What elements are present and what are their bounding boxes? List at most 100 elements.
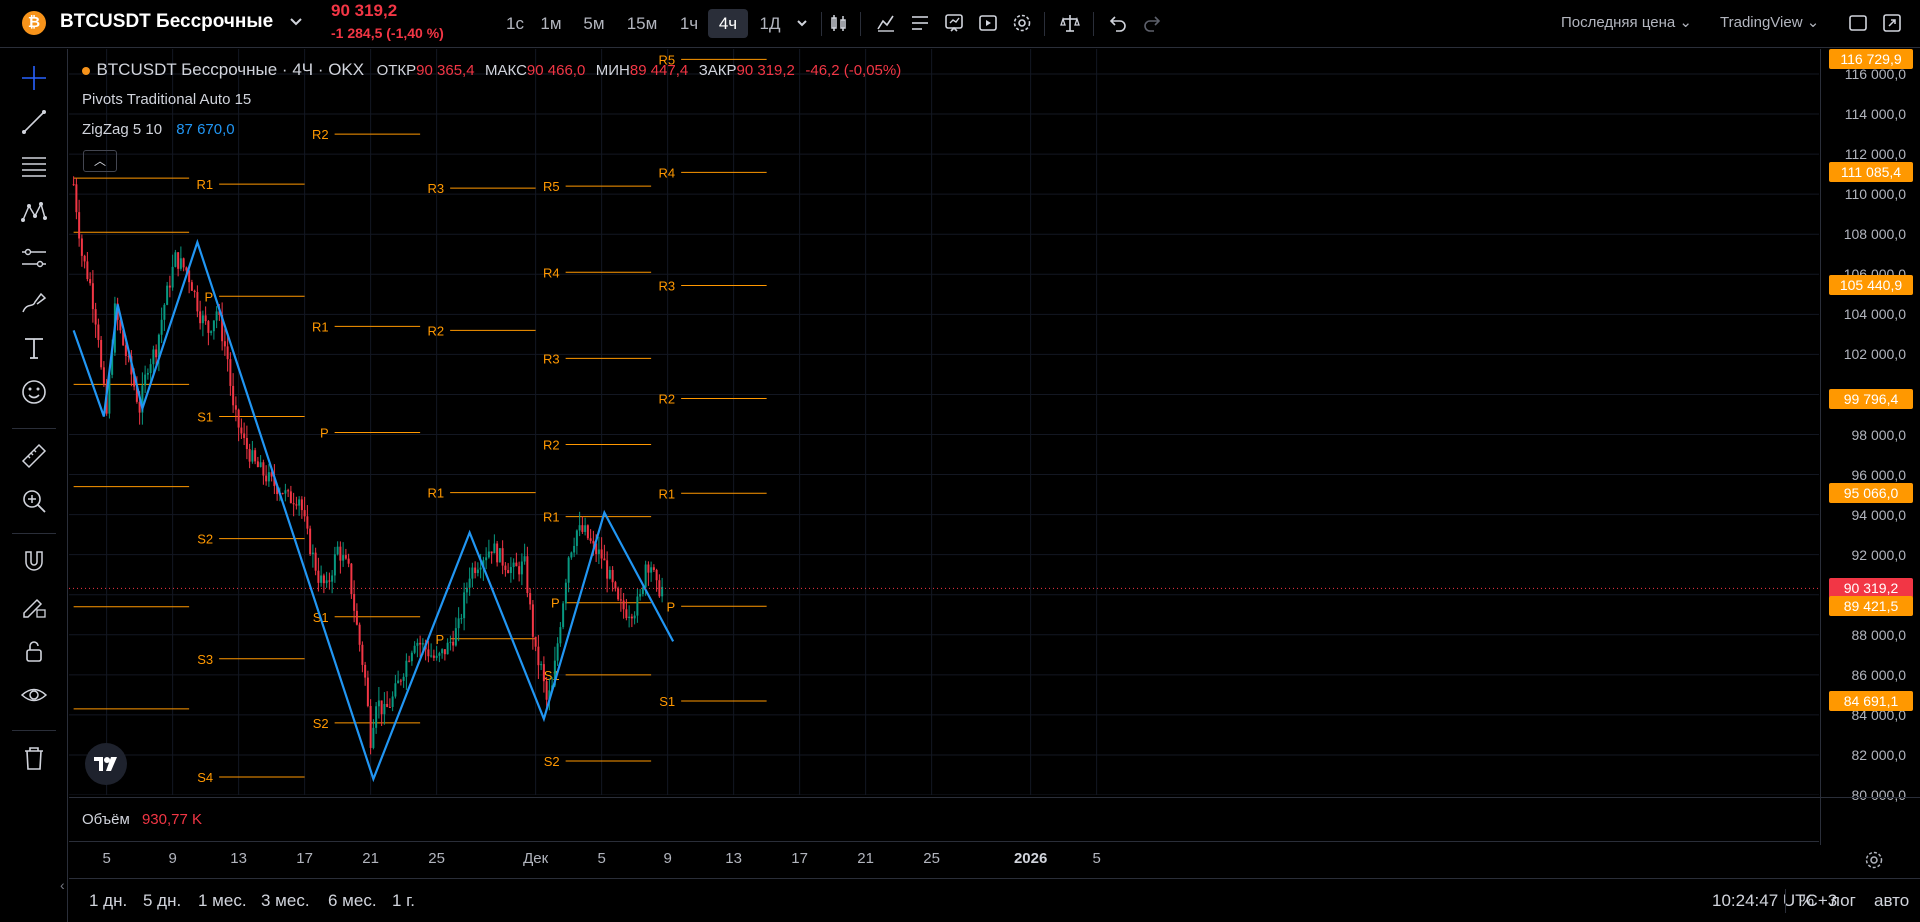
- pivot-label-r2: R2: [428, 323, 445, 338]
- maximize-icon[interactable]: [1878, 10, 1906, 36]
- tradingview-logo-icon[interactable]: [85, 743, 127, 785]
- timezone-clock[interactable]: 10:24:47 UTC+3: [1712, 891, 1837, 911]
- candle-body: [320, 575, 323, 583]
- candle-body: [625, 609, 628, 619]
- range-3m[interactable]: 3 мес.: [261, 891, 310, 911]
- timeframe-5m[interactable]: 5м: [575, 9, 613, 38]
- compare-icon[interactable]: [1056, 10, 1084, 36]
- replay-icon[interactable]: [974, 10, 1002, 36]
- legend-close-label: ЗАКР: [698, 62, 737, 79]
- fib-icon[interactable]: [17, 150, 51, 184]
- candle-body: [201, 315, 204, 324]
- pivot-label-r1: R1: [543, 510, 560, 525]
- timeframe-1s[interactable]: 1с: [497, 9, 533, 38]
- trash-icon[interactable]: [17, 741, 51, 775]
- range-6m[interactable]: 6 мес.: [328, 891, 377, 911]
- candle-body: [289, 491, 292, 504]
- candle-body: [160, 319, 163, 335]
- timeframe-15m[interactable]: 15м: [619, 9, 665, 38]
- log-scale-toggle[interactable]: лог: [1830, 891, 1856, 911]
- zigzag-indicator-legend[interactable]: ZigZag 5 10 87 670,0: [82, 121, 235, 138]
- candle-body: [570, 552, 573, 558]
- candle-body: [562, 603, 565, 628]
- range-1y[interactable]: 1 г.: [392, 891, 415, 911]
- candle-body: [303, 510, 306, 517]
- legend-collapse-button[interactable]: ︿: [83, 150, 117, 172]
- candle-body: [163, 304, 166, 320]
- datasource-dropdown[interactable]: TradingView ⌄: [1720, 13, 1819, 31]
- candle-body: [611, 569, 614, 583]
- timeframe-more-chevron-down-icon[interactable]: [788, 10, 816, 36]
- pivot-label-s2: S2: [313, 716, 329, 731]
- pivots-indicator-legend[interactable]: Pivots Traditional Auto 15: [82, 91, 251, 108]
- emoji-icon[interactable]: [17, 375, 51, 409]
- forecast-icon[interactable]: [17, 241, 51, 275]
- crosshair-icon[interactable]: [17, 61, 51, 95]
- candle-body: [515, 562, 518, 567]
- symbol-search-button[interactable]: BTCUSDT Бессрочные: [60, 11, 273, 33]
- legend-title: BTCUSDT Бессрочные · 4Ч · OKX: [96, 60, 365, 79]
- pivot-label-r3: R3: [428, 181, 445, 196]
- candle-body: [457, 618, 460, 629]
- zoom-icon[interactable]: [17, 484, 51, 518]
- trendline-icon[interactable]: [17, 105, 51, 139]
- candles-icon[interactable]: [825, 10, 853, 36]
- candle-body: [608, 569, 611, 579]
- eye-icon[interactable]: [17, 678, 51, 712]
- timeframe-4h[interactable]: 4ч: [708, 9, 748, 38]
- candle-body: [463, 592, 466, 619]
- brush-icon[interactable]: [17, 286, 51, 320]
- price-scale[interactable]: 116 000,0 114 000,0 112 000,0 110 000,0 108 …: [1820, 49, 1920, 845]
- ruler-icon[interactable]: [17, 439, 51, 473]
- unlock-icon[interactable]: [17, 634, 51, 668]
- candle-body: [438, 653, 441, 656]
- price-type-dropdown[interactable]: Последняя цена ⌄: [1561, 13, 1692, 31]
- range-1m[interactable]: 1 мес.: [198, 891, 247, 911]
- candle-body: [542, 664, 545, 682]
- timeframe-1h[interactable]: 1ч: [671, 9, 707, 38]
- timeframe-1m[interactable]: 1м: [533, 9, 569, 38]
- settings-icon[interactable]: [1008, 10, 1036, 36]
- candle-body: [251, 450, 254, 462]
- candle-body: [531, 604, 534, 637]
- candle-body: [493, 543, 496, 554]
- candle-body: [124, 345, 127, 356]
- fullscreen-window-icon[interactable]: [1844, 10, 1872, 36]
- timeframe-1d[interactable]: 1Д: [752, 9, 788, 38]
- chart-pane[interactable]: R1 P S1 S2 S3 S4 R2 R1 P S1 S2 R3 R2 R1 P R5 R4 R3 R2 R1 P S1…: [69, 49, 1819, 795]
- pivot-label-s2: S2: [544, 754, 560, 769]
- range-5d[interactable]: 5 дн.: [143, 891, 181, 911]
- chevron-down-icon[interactable]: [285, 11, 307, 33]
- volume-legend[interactable]: Объём 930,77 K: [82, 811, 202, 828]
- auto-scale-toggle[interactable]: авто: [1874, 891, 1909, 911]
- candle-body: [441, 649, 444, 654]
- redo-icon[interactable]: [1138, 10, 1166, 36]
- magnet-icon[interactable]: [17, 544, 51, 578]
- alert-icon[interactable]: [940, 10, 968, 36]
- candle-body: [575, 530, 578, 546]
- candle-body: [410, 652, 413, 662]
- candle-body: [639, 593, 642, 597]
- percent-scale-toggle[interactable]: %: [1799, 891, 1814, 911]
- collapse-toolbar-chevron-icon[interactable]: ‹: [60, 877, 65, 893]
- candle-body: [353, 594, 356, 611]
- text-icon[interactable]: [17, 331, 51, 365]
- candle-body: [248, 449, 251, 462]
- scale-settings-gear-icon[interactable]: [1863, 849, 1885, 871]
- undo-icon[interactable]: [1104, 10, 1132, 36]
- candle-body: [377, 700, 380, 707]
- pivot-label-r4: R4: [543, 265, 560, 280]
- range-1d[interactable]: 1 дн.: [89, 891, 127, 911]
- candle-body: [474, 567, 477, 574]
- lock-draw-icon[interactable]: [17, 589, 51, 623]
- candle-body: [245, 437, 248, 450]
- pattern-icon[interactable]: [17, 196, 51, 230]
- candle-body: [567, 557, 570, 583]
- price-chart[interactable]: R1PS1S2S3S4R2R1PS1S2R3R2R1PR5R4R3R2R1PS1…: [69, 49, 1819, 795]
- candle-body: [578, 525, 581, 531]
- candle-body: [526, 556, 529, 594]
- candle-body: [485, 557, 488, 561]
- templates-icon[interactable]: [906, 10, 934, 36]
- price-level-label: 116 729,9: [1829, 49, 1913, 70]
- indicators-icon[interactable]: [872, 10, 900, 36]
